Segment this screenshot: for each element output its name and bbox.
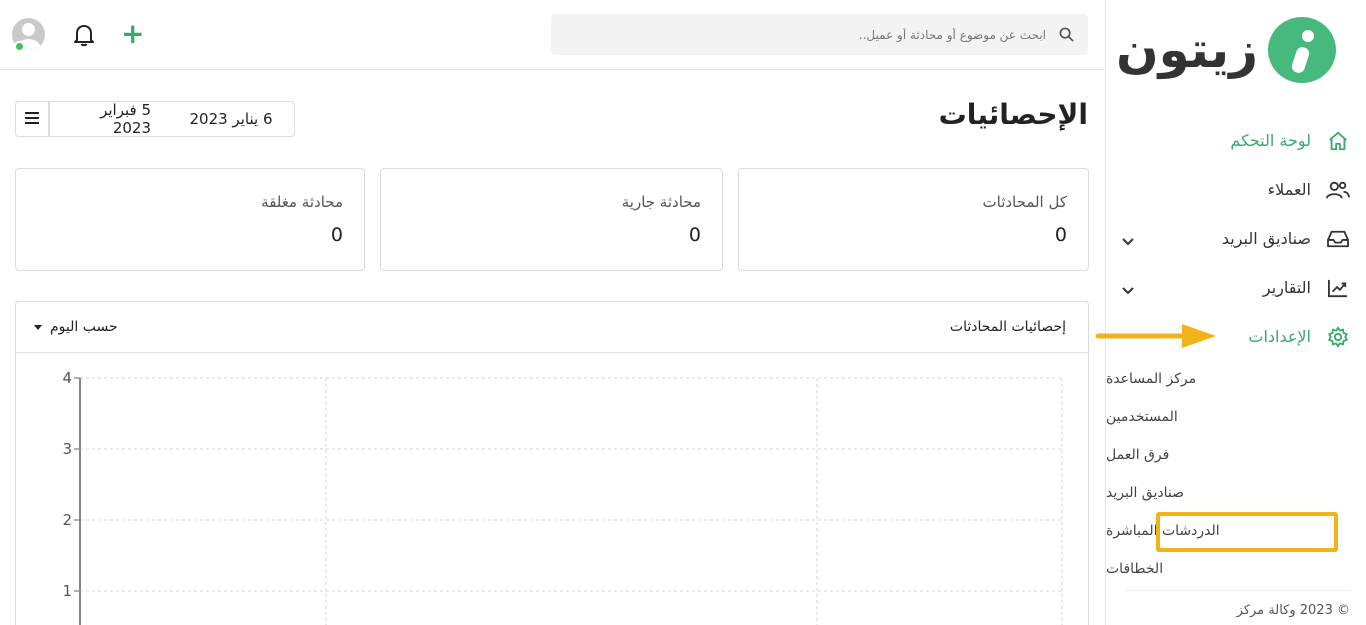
sidebar-divider [1126,590,1350,591]
menu-icon [24,110,40,129]
sidebar-item-reports[interactable]: التقارير [1106,263,1366,312]
page-title: الإحصائيات [938,98,1088,131]
y-tick-label: 3 [62,440,72,458]
conversations-chart-panel: إحصائيات المحادثات حسب اليوم 1 2 3 4 [15,301,1089,625]
stat-value: 0 [688,224,701,246]
panel-header: إحصائيات المحادثات حسب اليوم [16,302,1088,353]
search-input[interactable] [551,14,1088,55]
panel-title: إحصائيات المحادثات [949,319,1066,335]
chevron-down-icon[interactable] [1122,280,1134,299]
home-icon [1325,128,1351,154]
date-range-picker: 5 فبراير 2023 6 يناير 2023 [15,101,295,137]
submenu-item-users[interactable]: المستخدمين [1106,398,1366,436]
bell-icon[interactable] [73,23,95,51]
brand-name: زيتون [1116,21,1259,79]
sidebar-item-label: التقارير [1262,278,1311,297]
menu-button[interactable] [16,102,49,136]
caret-down-icon [34,324,42,330]
stat-card-open-conversations: محادثة جارية 0 [380,168,723,271]
y-tick-label: 4 [62,369,72,387]
sidebar-item-label: العملاء [1267,180,1311,199]
y-tick-label: 1 [62,582,72,600]
copyright-text: © 2023 وكالة مركز [1236,603,1350,618]
sidebar-item-dashboard[interactable]: لوحة التحكم [1106,116,1366,165]
brand-logo[interactable]: زيتون [1116,16,1336,84]
stat-card-all-conversations: كل المحادثات 0 [738,168,1089,271]
sidebar-item-label: الإعدادات [1248,327,1311,346]
stat-value: 0 [1054,224,1067,246]
plus-icon[interactable]: + [121,20,144,48]
chevron-down-icon[interactable] [1122,231,1134,250]
group-by-dropdown[interactable]: حسب اليوم [34,319,118,335]
highlight-box [1156,512,1338,552]
conversations-line-chart: 1 2 3 4 [62,369,1063,625]
users-icon [1325,177,1351,203]
date-from-button[interactable]: 6 يناير 2023 [168,102,294,136]
top-bar: + [0,0,1105,70]
sidebar-item-customers[interactable]: العملاء [1106,165,1366,214]
sidebar-item-label: لوحة التحكم [1230,131,1311,150]
settings-submenu: مركز المساعدة المستخدمين فرق العمل صنادي… [1106,360,1366,588]
annotation-arrow [1095,324,1216,348]
stat-label: كل المحادثات [982,193,1067,211]
submenu-item-mailboxes[interactable]: صناديق البريد [1106,474,1366,512]
online-status-icon [14,41,25,52]
stat-label: محادثة مغلقة [261,193,343,211]
search-bar [551,14,1088,55]
chart-line-icon [1325,275,1351,301]
y-tick-label: 2 [62,511,72,529]
stat-card-closed-conversations: محادثة مغلقة 0 [15,168,365,271]
sidebar-item-mailboxes[interactable]: صناديق البريد [1106,214,1366,263]
logo-icon [1268,17,1336,83]
submenu-item-teams[interactable]: فرق العمل [1106,436,1366,474]
group-by-label: حسب اليوم [50,319,118,335]
stat-value: 0 [330,224,343,246]
gear-icon [1325,324,1351,350]
inbox-icon [1325,226,1351,252]
date-to-button[interactable]: 5 فبراير 2023 [49,102,168,136]
sidebar-item-label: صناديق البريد [1221,229,1311,248]
sidebar: زيتون لوحة التحكم العملاء صناديق البريد [1105,0,1366,625]
submenu-item-help-center[interactable]: مركز المساعدة [1106,360,1366,398]
submenu-item-webhooks[interactable]: الخطافات [1106,550,1366,588]
stat-label: محادثة جارية [621,193,701,211]
